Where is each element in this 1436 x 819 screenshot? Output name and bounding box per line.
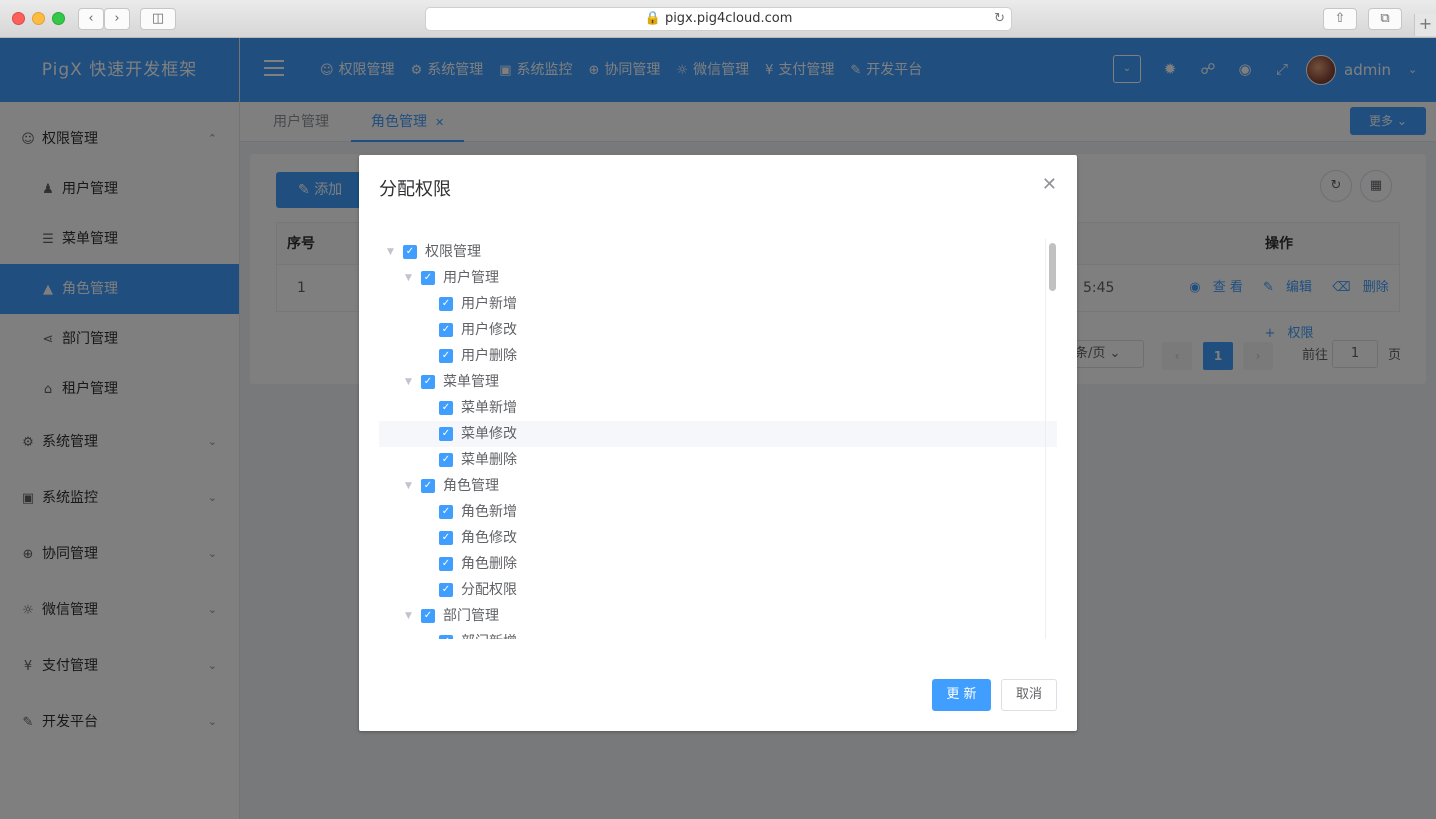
assign-permission-dialog: 分配权限 ✕ ▼ ✓ 权限管理 ▼ ✓ 用户管理 ✓ 用户新增 ✓ 用户修改 ✓ 用户删除 ▼ ✓ 菜单管理… bbox=[359, 155, 1077, 731]
tree-node-label: 角色新增 bbox=[461, 504, 517, 520]
tree-node-label: 用户管理 bbox=[443, 270, 499, 286]
tree-checkbox[interactable]: ✓ bbox=[403, 245, 417, 259]
tree-node[interactable]: ✓ 用户修改 bbox=[379, 317, 1057, 343]
new-tab-button[interactable]: + bbox=[1414, 14, 1436, 36]
tree-node[interactable]: ✓ 部门新增 bbox=[379, 629, 1057, 639]
tree-checkbox[interactable]: ✓ bbox=[421, 479, 435, 493]
reload-icon[interactable]: ↻ bbox=[994, 8, 1005, 30]
tree-node-label: 部门新增 bbox=[461, 629, 517, 639]
tree-node-label: 用户删除 bbox=[461, 348, 517, 364]
forward-button[interactable]: › bbox=[104, 8, 130, 30]
tree-checkbox[interactable]: ✓ bbox=[439, 349, 453, 363]
tree-scrollbar[interactable] bbox=[1045, 239, 1057, 639]
update-button[interactable]: 更 新 bbox=[932, 679, 991, 711]
minimize-window-button[interactable] bbox=[32, 12, 45, 25]
tree-list: ▼ ✓ 权限管理 ▼ ✓ 用户管理 ✓ 用户新增 ✓ 用户修改 ✓ 用户删除 ▼ ✓ 菜单管理 ✓ 菜单新增 ✓ 菜… bbox=[379, 239, 1057, 639]
tree-node-label: 角色删除 bbox=[461, 556, 517, 572]
dialog-title: 分配权限 bbox=[379, 179, 451, 200]
tree-node[interactable]: ✓ 角色新增 bbox=[379, 499, 1057, 525]
tree-checkbox[interactable]: ✓ bbox=[439, 505, 453, 519]
tree-node[interactable]: ✓ 分配权限 bbox=[379, 577, 1057, 603]
tree-node[interactable]: ▼ ✓ 部门管理 bbox=[379, 603, 1057, 629]
tree-node-label: 用户新增 bbox=[461, 296, 517, 312]
tree-checkbox[interactable]: ✓ bbox=[421, 271, 435, 285]
back-button[interactable]: ‹ bbox=[78, 8, 104, 30]
tree-checkbox[interactable]: ✓ bbox=[439, 401, 453, 415]
tree-checkbox[interactable]: ✓ bbox=[439, 427, 453, 441]
tree-node-label: 角色修改 bbox=[461, 530, 517, 546]
close-icon[interactable]: ✕ bbox=[1042, 175, 1057, 195]
tree-node[interactable]: ✓ 菜单修改 bbox=[379, 421, 1057, 447]
tree-checkbox[interactable]: ✓ bbox=[439, 635, 453, 639]
caret-down-icon[interactable]: ▼ bbox=[405, 603, 412, 629]
zoom-window-button[interactable] bbox=[52, 12, 65, 25]
cancel-button[interactable]: 取消 bbox=[1001, 679, 1057, 711]
tree-node[interactable]: ✓ 用户新增 bbox=[379, 291, 1057, 317]
tree-node-label: 权限管理 bbox=[425, 244, 481, 260]
tree-checkbox[interactable]: ✓ bbox=[439, 297, 453, 311]
tree-checkbox[interactable]: ✓ bbox=[421, 609, 435, 623]
share-icon[interactable]: ⇧ bbox=[1323, 8, 1357, 30]
tree-node[interactable]: ✓ 菜单删除 bbox=[379, 447, 1057, 473]
tree-node-label: 菜单管理 bbox=[443, 374, 499, 390]
tree-checkbox[interactable]: ✓ bbox=[439, 323, 453, 337]
address-bar[interactable]: 🔒 pigx.pig4cloud.com ↻ bbox=[425, 7, 1012, 31]
tree-node-label: 菜单删除 bbox=[461, 452, 517, 468]
tree-checkbox[interactable]: ✓ bbox=[439, 583, 453, 597]
close-window-button[interactable] bbox=[12, 12, 25, 25]
tree-checkbox[interactable]: ✓ bbox=[439, 531, 453, 545]
tree-node-label: 分配权限 bbox=[461, 582, 517, 598]
tree-node[interactable]: ▼ ✓ 菜单管理 bbox=[379, 369, 1057, 395]
tree-node-label: 菜单新增 bbox=[461, 400, 517, 416]
url-text: pigx.pig4cloud.com bbox=[664, 11, 793, 26]
caret-down-icon[interactable]: ▼ bbox=[405, 265, 412, 291]
tree-node-label: 角色管理 bbox=[443, 478, 499, 494]
lock-icon: 🔒 bbox=[644, 11, 665, 26]
tree-checkbox[interactable]: ✓ bbox=[421, 375, 435, 389]
tabs-overview-icon[interactable]: ⧉ bbox=[1368, 8, 1402, 30]
caret-down-icon[interactable]: ▼ bbox=[405, 369, 412, 395]
tree-node-label: 部门管理 bbox=[443, 608, 499, 624]
tree-node[interactable]: ✓ 用户删除 bbox=[379, 343, 1057, 369]
scrollbar-thumb[interactable] bbox=[1049, 243, 1056, 291]
tree-node[interactable]: ✓ 角色修改 bbox=[379, 525, 1057, 551]
tree-node[interactable]: ✓ 菜单新增 bbox=[379, 395, 1057, 421]
tree-node-label: 菜单修改 bbox=[461, 426, 517, 442]
browser-chrome: ‹ › ◫ 🔒 pigx.pig4cloud.com ↻ ⇧ ⧉ + bbox=[0, 0, 1436, 38]
tree-node-label: 用户修改 bbox=[461, 322, 517, 338]
permission-tree: ▼ ✓ 权限管理 ▼ ✓ 用户管理 ✓ 用户新增 ✓ 用户修改 ✓ 用户删除 ▼ ✓ 菜单管理 ✓ 菜单新增 ✓ 菜… bbox=[379, 239, 1057, 639]
caret-down-icon[interactable]: ▼ bbox=[387, 239, 394, 265]
tree-node[interactable]: ▼ ✓ 角色管理 bbox=[379, 473, 1057, 499]
tree-node[interactable]: ✓ 角色删除 bbox=[379, 551, 1057, 577]
caret-down-icon[interactable]: ▼ bbox=[405, 473, 412, 499]
tree-node[interactable]: ▼ ✓ 用户管理 bbox=[379, 265, 1057, 291]
tree-checkbox[interactable]: ✓ bbox=[439, 557, 453, 571]
sidebar-toggle-icon[interactable]: ◫ bbox=[140, 8, 176, 30]
tree-checkbox[interactable]: ✓ bbox=[439, 453, 453, 467]
tree-node[interactable]: ▼ ✓ 权限管理 bbox=[379, 239, 1057, 265]
